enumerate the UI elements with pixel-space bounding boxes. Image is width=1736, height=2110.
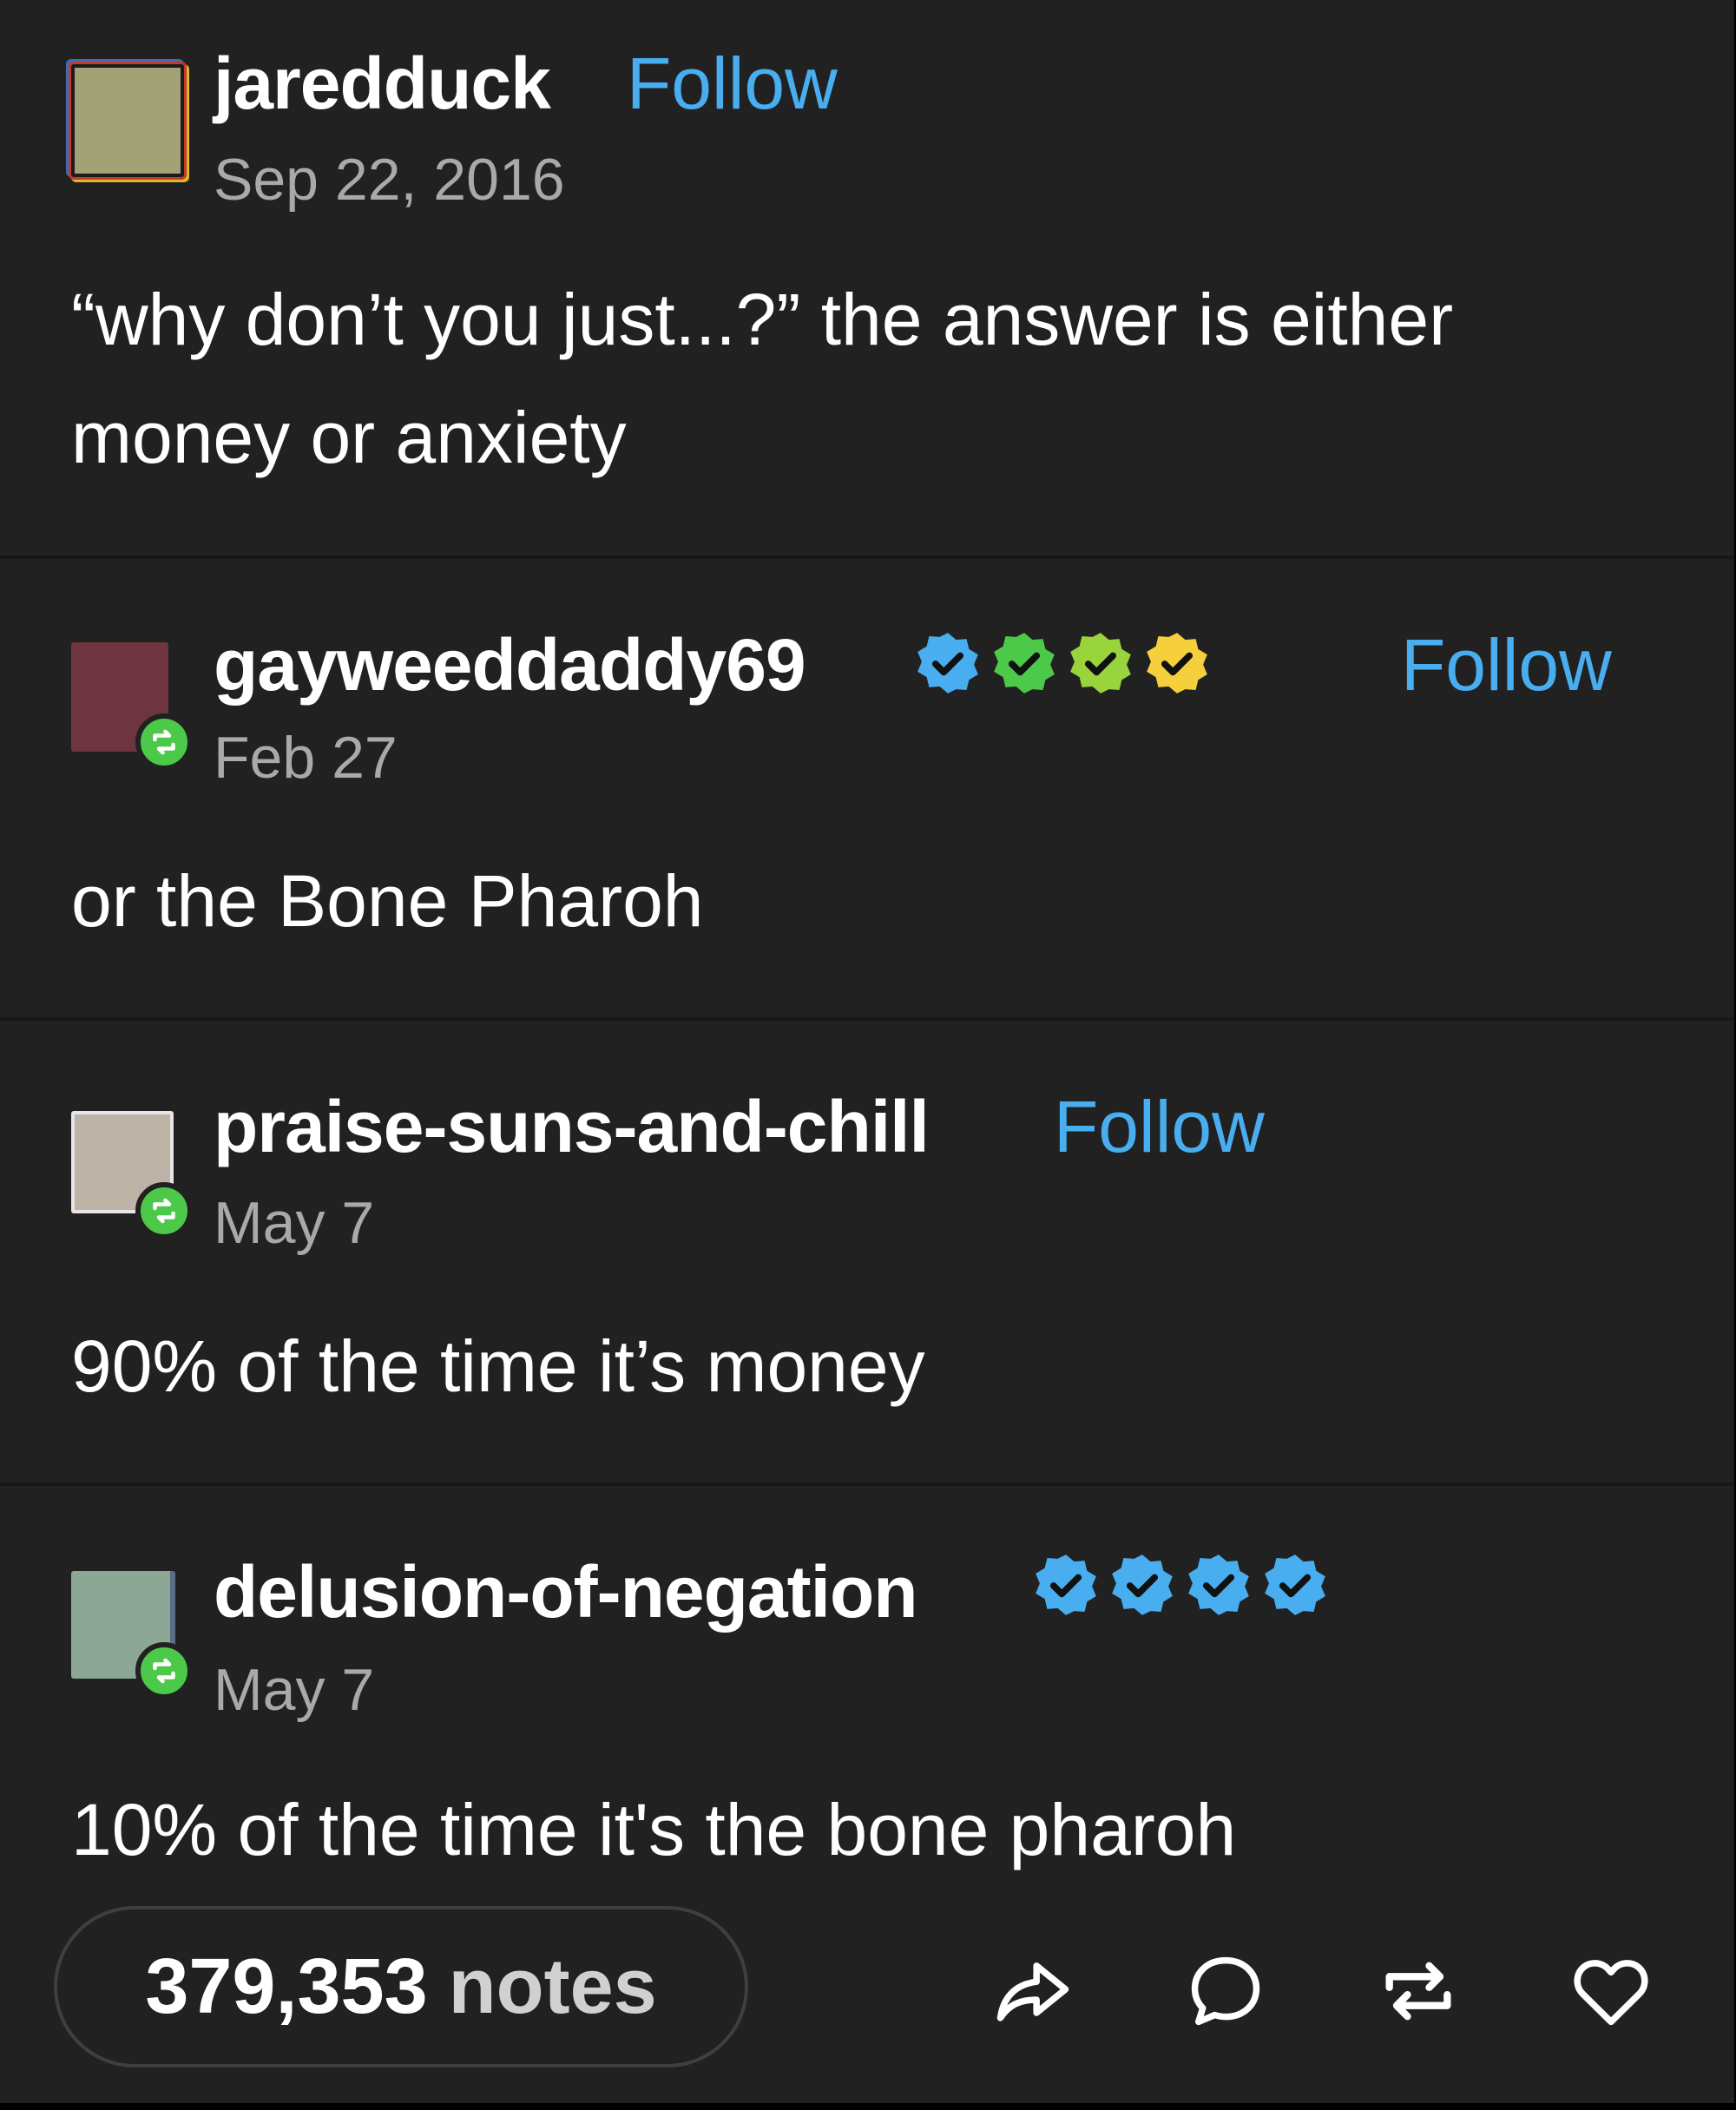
notes-button[interactable]: 379,353 notes (54, 1906, 748, 2067)
post-date: Feb 27 (214, 725, 398, 791)
username[interactable]: gayweeddaddy69 (214, 623, 806, 707)
verified-badge-lime-icon (1070, 633, 1131, 693)
verified-badge-blue-icon (1188, 1555, 1249, 1615)
follow-button[interactable]: Follow (1401, 623, 1612, 707)
reblog-badge-icon (135, 713, 193, 771)
post-thread: jaredduck Follow Sep 22, 2016 “why don’t… (0, 0, 1734, 2103)
verified-badge-blue-icon (1112, 1555, 1173, 1615)
notes-count: 379,353 (145, 1942, 428, 2030)
like-icon[interactable] (1568, 1948, 1654, 2034)
post-date: May 7 (214, 1190, 375, 1256)
verified-badge-yellow-icon (1147, 633, 1207, 693)
notes-label: notes (448, 1942, 657, 2030)
username[interactable]: praise-suns-and-chill (214, 1085, 930, 1169)
thread-entry-3: praise-suns-and-chill Follow May 7 90% o… (0, 1021, 1734, 1482)
post-text: or the Bone Pharoh (71, 860, 704, 942)
post-text: 10% of the time it's the bone pharoh (71, 1789, 1237, 1870)
verified-badge-blue-icon (1265, 1555, 1325, 1615)
post-date: Sep 22, 2016 (214, 147, 565, 213)
follow-button[interactable]: Follow (627, 42, 838, 126)
post-text: 90% of the time it’s money (71, 1325, 925, 1407)
verified-badge-blue-icon (1036, 1555, 1096, 1615)
thread-entry-1: jaredduck Follow Sep 22, 2016 “why don’t… (0, 0, 1734, 555)
verified-badge-green-icon (994, 633, 1055, 693)
reply-icon[interactable] (1182, 1948, 1269, 2034)
follow-button[interactable]: Follow (1054, 1085, 1265, 1169)
reblog-badge-icon (135, 1182, 193, 1239)
reblog-badge-icon (135, 1642, 193, 1699)
reblog-icon[interactable] (1375, 1948, 1462, 2034)
username[interactable]: delusion-of-negation (214, 1550, 918, 1634)
avatar-jaredduck[interactable] (71, 64, 184, 177)
username[interactable]: jaredduck (214, 42, 551, 126)
post-text: “why don’t you just...?” the answer is e… (71, 279, 1454, 478)
thread-entry-2: gayweeddaddy69 Follow Feb 27 or the Bone… (0, 559, 1734, 1017)
post-date: May 7 (214, 1657, 375, 1723)
verified-badge-blue-icon (917, 633, 978, 693)
share-icon[interactable] (990, 1948, 1076, 2034)
